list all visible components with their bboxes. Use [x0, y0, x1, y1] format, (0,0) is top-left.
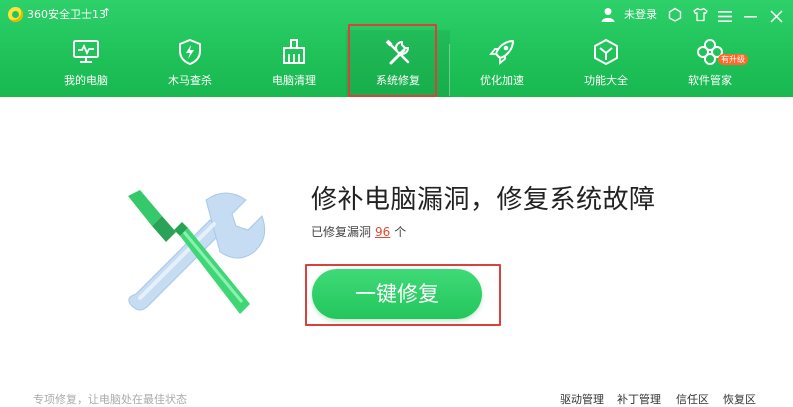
broom-icon [280, 38, 308, 66]
driver-management-link[interactable]: 驱动管理 [560, 391, 604, 407]
main-nav: 我的电脑 木马查杀 电脑清理 系统修复 优化加速 功能大全 有升级 软件管家 [0, 30, 793, 97]
nav-item-cleanup[interactable]: 电脑清理 [242, 30, 346, 97]
nav-label: 木马查杀 [168, 74, 212, 87]
monitor-icon [72, 38, 100, 66]
shield-icon [176, 38, 204, 66]
fixed-count-text: 已修复漏洞 96 个 [311, 224, 406, 240]
login-link[interactable]: 未登录 [624, 8, 657, 22]
upgrade-badge: 有升级 [718, 54, 748, 65]
skin-icon[interactable] [668, 7, 682, 22]
nav-item-system-repair[interactable]: 系统修复 [346, 30, 450, 97]
minimize-icon[interactable] [744, 8, 757, 21]
one-click-repair-button[interactable]: 一键修复 [312, 269, 482, 319]
fixed-prefix: 已修复漏洞 [311, 225, 372, 239]
rocket-icon [488, 38, 516, 66]
wrench-screwdriver-icon [384, 38, 412, 66]
nav-item-my-computer[interactable]: 我的电脑 [34, 30, 138, 97]
nav-label: 系统修复 [376, 74, 420, 87]
shirt-icon[interactable] [693, 7, 708, 22]
nav-item-software-manager[interactable]: 有升级 软件管家 [658, 30, 762, 97]
recovery-zone-link[interactable]: 恢复区 [723, 391, 756, 407]
close-icon[interactable] [770, 8, 783, 23]
header: 360安全卫士13 ↑ 未登录 我的电脑 木马查杀 电脑清理 系统修复 优化加速… [0, 0, 793, 97]
app-logo-icon [8, 7, 23, 22]
trust-zone-link[interactable]: 信任区 [676, 391, 709, 407]
fixed-count-link[interactable]: 96 [375, 225, 390, 239]
repair-tools-illustration [118, 186, 278, 321]
nav-label: 软件管家 [688, 74, 732, 87]
nav-label: 功能大全 [584, 74, 628, 87]
menu-icon[interactable] [718, 8, 732, 22]
user-icon[interactable] [601, 7, 615, 22]
cube-icon [592, 38, 620, 66]
nav-item-trojan-scan[interactable]: 木马查杀 [138, 30, 242, 97]
title-bar: 360安全卫士13 ↑ 未登录 [0, 0, 793, 30]
footer-description: 专项修复，让电脑处在最佳状态 [33, 393, 187, 406]
app-title: 360安全卫士13 [27, 8, 106, 21]
nav-item-features[interactable]: 功能大全 [554, 30, 658, 97]
patch-management-link[interactable]: 补丁管理 [617, 391, 661, 407]
nav-label: 我的电脑 [64, 74, 108, 87]
fixed-unit: 个 [394, 225, 407, 239]
nav-item-speedup[interactable]: 优化加速 [450, 30, 554, 97]
page-title: 修补电脑漏洞，修复系统故障 [311, 185, 656, 215]
nav-label: 电脑清理 [272, 74, 316, 87]
nav-label: 优化加速 [480, 74, 524, 87]
upgrade-arrow-icon[interactable]: ↑ [102, 6, 111, 19]
